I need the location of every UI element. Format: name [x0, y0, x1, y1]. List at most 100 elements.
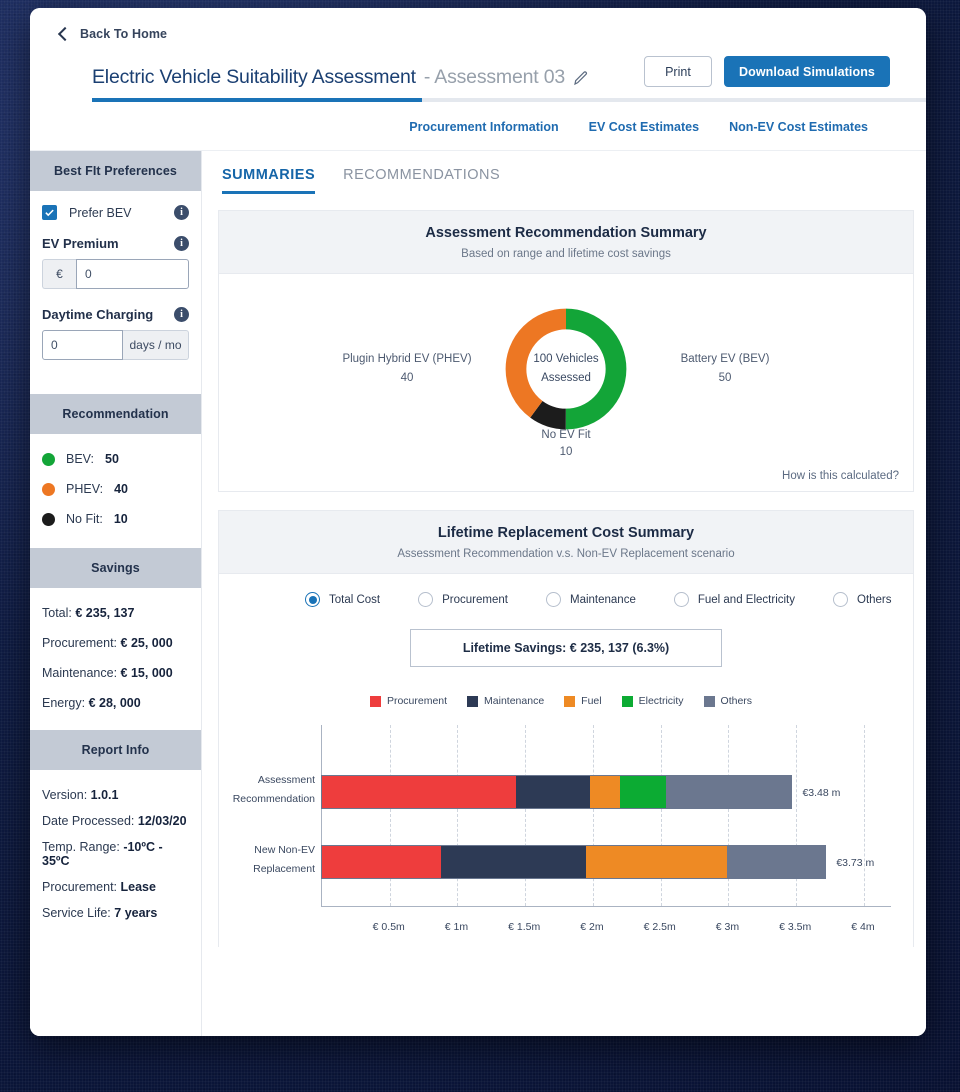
prefer-bev-info-icon[interactable]: i — [174, 205, 189, 220]
legend-item-fuel: Fuel — [564, 695, 602, 707]
daytime-charging-info-icon[interactable]: i — [174, 307, 189, 322]
secondary-nav: Procurement Information EV Cost Estimate… — [50, 102, 900, 150]
panel2-title: Lifetime Replacement Cost Summary — [437, 525, 695, 541]
back-to-home-label: Back To Home — [80, 27, 168, 41]
ev-premium-input[interactable]: 0 — [76, 259, 189, 289]
how-is-this-calculated-link[interactable]: How is this calculated? — [219, 464, 913, 491]
nav-non-ev-cost-estimates[interactable]: Non-EV Cost Estimates — [729, 120, 868, 134]
bar-segment-procurement — [322, 776, 517, 808]
recommendation-phev-value: 40 — [114, 482, 128, 496]
legend-label-procurement: Procurement — [386, 695, 448, 707]
bar-total-label: €3.73 m — [836, 857, 875, 869]
page-title-main: Electric Vehicle Suitability Assessment — [92, 66, 416, 88]
chevron-left-icon — [57, 26, 73, 42]
ev-premium-info-icon[interactable]: i — [174, 236, 189, 251]
tab-recommendations[interactable]: RECOMMENDATIONS — [343, 167, 500, 194]
donut-label-no-ev-fit-name: No EV Fit — [541, 429, 591, 441]
donut-label-phev-name: Plugin Hybrid EV (PHEV) — [342, 353, 472, 365]
daytime-charging-input[interactable]: 0 — [42, 330, 123, 360]
donut-label-no-ev-fit-value: 10 — [559, 446, 573, 458]
recommendation-donut-chart: Plugin Hybrid EV (PHEV) 40 Battery EV (B… — [219, 274, 913, 464]
nav-ev-cost-estimates[interactable]: EV Cost Estimates — [589, 120, 699, 134]
lifetime-replacement-cost-summary-panel: Lifetime Replacement Cost Summary Assess… — [218, 510, 914, 947]
app-window: Back To Home Electric Vehicle Suitabilit… — [30, 8, 926, 1036]
print-button[interactable]: Print — [643, 56, 712, 87]
radio-procurement[interactable]: Procurement — [418, 592, 508, 607]
legend-label-fuel: Fuel — [581, 695, 602, 707]
report-info-procurement-value: Lease — [120, 880, 156, 894]
prefer-bev-row[interactable]: Prefer BEV i — [42, 205, 189, 220]
report-info-date-label: Date Processed: — [42, 814, 135, 828]
x-axis-tick-label: € 4m — [851, 921, 875, 933]
x-axis-tick-label: € 2m — [580, 921, 604, 933]
legend-label-others: Others — [720, 695, 753, 707]
sidebar-section-report-info: Report Info — [30, 730, 201, 770]
report-info-service-life-value: 7 years — [114, 906, 158, 920]
bar-category-label: New Non-EV Replacement — [219, 841, 315, 879]
radio-others-input[interactable] — [833, 592, 848, 607]
radio-total-cost-input[interactable] — [305, 592, 320, 607]
x-axis-tick-label: € 1.5m — [508, 921, 541, 933]
legend-swatch-electricity — [621, 695, 633, 707]
download-simulations-button[interactable]: Download Simulations — [723, 56, 890, 87]
bar-chart-legend: Procurement Maintenance Fuel Electricity — [219, 695, 913, 707]
nav-procurement-information[interactable]: Procurement Information — [409, 120, 558, 134]
radio-fuel-and-electricity-input[interactable] — [673, 592, 689, 607]
recommendation-item-bev: BEV: 50 — [42, 452, 189, 466]
back-to-home-link[interactable]: Back To Home — [50, 22, 900, 46]
currency-symbol: € — [42, 259, 76, 289]
report-info-date: Date Processed: 12/03/20 — [42, 814, 189, 828]
sidebar-section-best-fit-preferences: Best FIt Preferences — [30, 151, 201, 191]
radio-fuel-and-electricity-label: Fuel and Electricity — [697, 593, 795, 606]
sidebar: Best FIt Preferences Prefer BEV i EV Pre… — [30, 151, 202, 1036]
report-info-procurement: Procurement: Lease — [42, 880, 189, 894]
bar-category-line1: New Non-EV — [254, 844, 315, 856]
radio-total-cost-label: Total Cost — [329, 593, 381, 606]
radio-procurement-input[interactable] — [418, 592, 434, 607]
radio-fuel-and-electricity[interactable]: Fuel and Electricity — [673, 592, 795, 607]
panel1-title: Assessment Recommendation Summary — [425, 225, 707, 241]
sidebar-section-savings: Savings — [30, 548, 201, 588]
donut-label-phev-value: 40 — [400, 372, 414, 384]
report-info-procurement-label: Procurement: — [42, 880, 118, 894]
page-title-assessment: - Assessment 03 — [423, 66, 565, 88]
daytime-charging-label: Daytime Charging — [42, 307, 154, 322]
x-axis-tick-label: € 2.5m — [643, 921, 676, 933]
edit-pencil-icon[interactable] — [573, 70, 589, 86]
savings-item-energy: Energy: € 28, 000 — [42, 696, 189, 710]
radio-total-cost[interactable]: Total Cost — [305, 592, 380, 607]
radio-maintenance-input[interactable] — [545, 592, 561, 607]
main-content: SUMMARIES RECOMMENDATIONS Assessment Rec… — [202, 151, 926, 1036]
panel2-header: Lifetime Replacement Cost Summary Assess… — [219, 511, 913, 574]
legend-item-maintenance: Maintenance — [467, 695, 544, 707]
bar-segment-fuel — [586, 846, 727, 878]
tab-summaries[interactable]: SUMMARIES — [222, 167, 316, 194]
recommendation-bev-label: BEV: — [66, 452, 95, 466]
assessment-recommendation-summary-panel: Assessment Recommendation Summary Based … — [218, 210, 914, 492]
legend-item-electricity: Electricity — [621, 695, 684, 707]
x-axis-tick-label: € 3m — [715, 921, 740, 933]
legend-swatch-maintenance — [467, 695, 479, 707]
legend-swatch-fuel — [564, 695, 576, 707]
bar-category-label: Assessment Recommendation — [219, 771, 315, 809]
radio-maintenance[interactable]: Maintenance — [545, 592, 636, 607]
panel1-header: Assessment Recommendation Summary Based … — [219, 211, 913, 274]
savings-body: Total: € 235, 137 Procurement: € 25, 000… — [30, 588, 201, 730]
prefer-bev-checkbox[interactable] — [42, 205, 57, 220]
ev-premium-label: EV Premium — [42, 236, 119, 251]
bar-category-line2: Replacement — [253, 863, 315, 875]
savings-item-total: Total: € 235, 137 — [42, 606, 189, 620]
radio-others[interactable]: Others — [833, 592, 892, 607]
bev-color-dot — [42, 452, 55, 466]
legend-item-others: Others — [703, 695, 753, 707]
bar-chart-plot-area — [321, 725, 891, 907]
recommendation-nofit-value: 10 — [113, 512, 128, 526]
gridline — [863, 725, 865, 906]
report-info-service-life: Service Life: 7 years — [42, 906, 189, 920]
savings-item-maintenance: Maintenance: € 15, 000 — [42, 666, 189, 680]
daytime-charging-input-group[interactable]: 0 days / mo — [42, 330, 189, 360]
stacked-bar — [321, 775, 793, 809]
bar-total-label: €3.48 m — [802, 787, 841, 799]
ev-premium-input-group[interactable]: € 0 — [42, 259, 189, 289]
page-title: Electric Vehicle Suitability Assessment … — [92, 66, 589, 95]
